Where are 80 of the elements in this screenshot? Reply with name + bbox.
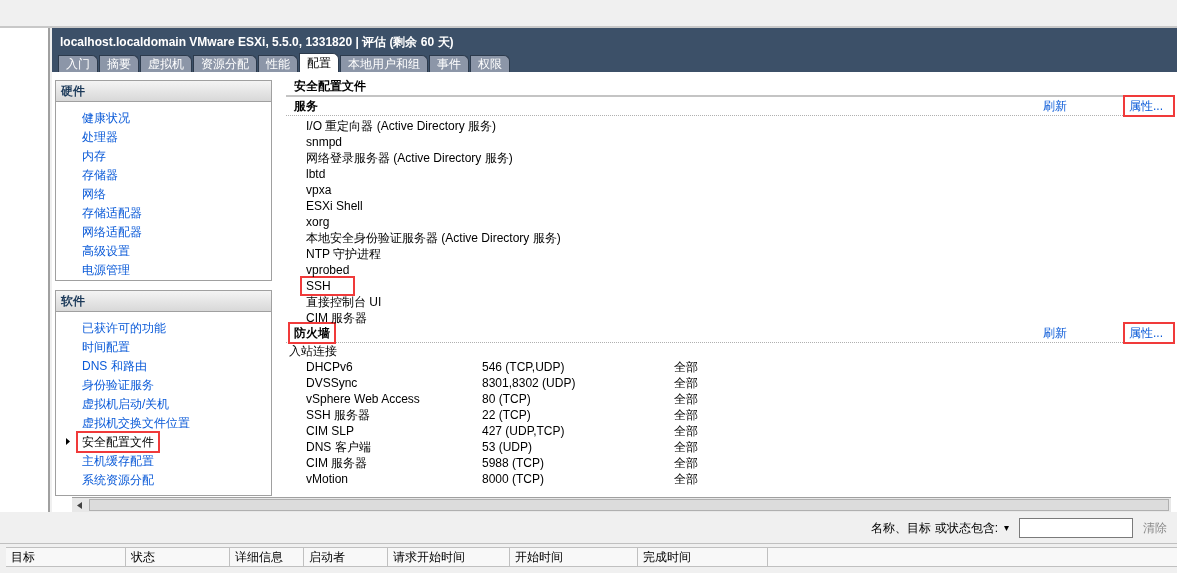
filter-dropdown[interactable]: ▾	[1004, 520, 1009, 535]
column-header[interactable]: 开始时间	[510, 548, 638, 566]
window-title: localhost.localdomain VMware ESXi, 5.5.0, 1331820 | 评估 (剩余 60 天)	[59, 34, 455, 51]
sidebar-link[interactable]: 内存	[82, 146, 106, 165]
column-header[interactable]: 状态	[126, 548, 230, 566]
service-name: I/O 重定向器 (Active Directory 服务)	[306, 119, 496, 133]
table-cell-text: 全部	[674, 375, 699, 391]
panel-header: 软件	[56, 291, 271, 312]
firewall-subheading: 入站连接	[288, 343, 338, 359]
sidebar-link[interactable]: 处理器	[82, 127, 118, 146]
table-cell-text: CIM 服务器	[306, 455, 369, 471]
sidebar-link[interactable]: 网络适配器	[82, 222, 142, 241]
service-name: NTP 守护进程	[306, 247, 382, 261]
column-header[interactable]: 详细信息	[230, 548, 304, 566]
sidebar-link[interactable]: DNS 和路由	[82, 356, 147, 375]
service-name: 直接控制台 UI	[306, 295, 382, 309]
column-header[interactable]: 请求开始时间	[388, 548, 510, 566]
refresh-link[interactable]: 刷新	[1043, 324, 1067, 342]
service-name: ESXi Shell	[306, 199, 363, 213]
sidebar-link[interactable]: 虚拟机启动/关机	[82, 394, 170, 413]
column-header[interactable]: 完成时间	[638, 548, 768, 566]
sidebar-link[interactable]: 身份验证服务	[82, 375, 154, 394]
table-cell-text: 全部	[674, 439, 699, 455]
sidebar-link[interactable]: 时间配置	[82, 337, 130, 356]
table-cell-text: 全部	[674, 423, 699, 439]
table-cell-text: DVSSync	[306, 375, 359, 391]
filter-input[interactable]	[1019, 517, 1133, 538]
scrollbar-thumb[interactable]	[89, 499, 1169, 511]
table-cell-text: 53 (UDP)	[482, 439, 533, 455]
sidebar-link[interactable]: 高级设置	[82, 241, 130, 260]
table-cell-text: 8000 (TCP)	[482, 471, 546, 487]
pointer-icon	[66, 438, 70, 445]
sidebar-link[interactable]: 健康状况	[82, 108, 130, 127]
page-heading: 安全配置文件	[293, 78, 367, 94]
sidebar-link[interactable]: 电源管理	[82, 260, 130, 279]
table-cell-text: DNS 客户端	[306, 439, 372, 455]
table-cell-text: 80 (TCP)	[482, 391, 532, 407]
sidebar-link[interactable]: 网络	[82, 184, 106, 203]
service-name: snmpd	[306, 135, 343, 149]
column-header[interactable]: 目标	[6, 548, 126, 566]
table-cell-text: 全部	[674, 471, 699, 487]
filter-label: 名称、目标 或状态包含:	[871, 519, 998, 537]
sidebar-link[interactable]: 已获许可的功能	[82, 318, 166, 337]
section-heading: 防火墙	[294, 325, 330, 342]
service-name: vprobed	[306, 263, 350, 277]
service-name: vpxa	[306, 183, 332, 197]
sidebar-link[interactable]: 安全配置文件	[82, 432, 154, 451]
table-cell-text: 全部	[674, 455, 699, 471]
horizontal-scrollbar[interactable]	[72, 497, 1171, 512]
table-cell-text: 全部	[674, 407, 699, 423]
sidebar-link[interactable]: 存储器	[82, 165, 118, 184]
properties-link[interactable]: 属性...	[1129, 97, 1163, 115]
sidebar-link[interactable]: 主机缓存配置	[82, 451, 154, 470]
table-cell-text: vSphere Web Access	[306, 391, 421, 407]
table-cell-text: DHCPv6	[306, 359, 354, 375]
table-cell-text: SSH 服务器	[306, 407, 371, 423]
table-cell-text: 全部	[674, 359, 699, 375]
sidebar-link[interactable]: 存储适配器	[82, 203, 142, 222]
service-name: 网络登录服务器 (Active Directory 服务)	[306, 151, 513, 165]
service-name: CIM 服务器	[306, 311, 368, 325]
table-cell-text: 546 (TCP,UDP)	[482, 359, 566, 375]
table-cell-text: 427 (UDP,TCP)	[482, 423, 566, 439]
table-cell-text: 5988 (TCP)	[482, 455, 546, 471]
service-name: lbtd	[306, 167, 326, 181]
properties-link[interactable]: 属性...	[1129, 324, 1163, 342]
table-cell-text: CIM SLP	[306, 423, 355, 439]
sidebar-link[interactable]: 系统资源分配	[82, 470, 154, 489]
service-name: xorg	[306, 215, 330, 229]
section-heading: 服务	[294, 98, 318, 115]
tab[interactable]: 配置	[299, 53, 339, 72]
table-cell-text: 22 (TCP)	[482, 407, 532, 423]
service-name: SSH	[306, 278, 332, 294]
panel-header: 硬件	[56, 81, 271, 102]
column-header[interactable]: 启动者	[304, 548, 388, 566]
table-cell-text: 全部	[674, 391, 699, 407]
service-name: 本地安全身份验证服务器 (Active Directory 服务)	[306, 231, 561, 245]
table-cell-text: 8301,8302 (UDP)	[482, 375, 577, 391]
sidebar-link[interactable]: 虚拟机交换文件位置	[82, 413, 190, 432]
refresh-link[interactable]: 刷新	[1043, 97, 1067, 115]
table-cell-text: vMotion	[306, 471, 350, 487]
